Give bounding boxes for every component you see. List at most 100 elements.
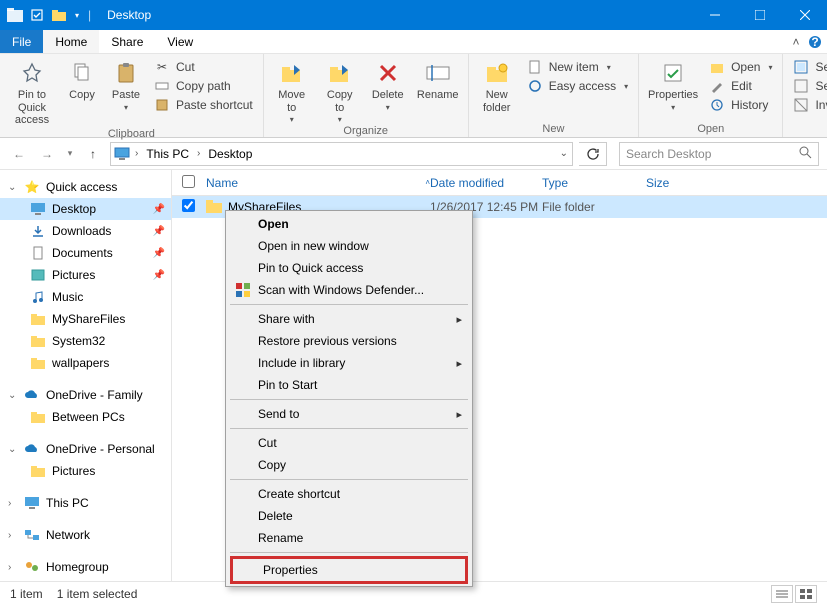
sidebar-item-pictures-od[interactable]: Pictures xyxy=(0,460,171,482)
context-menu: Open Open in new window Pin to Quick acc… xyxy=(225,210,473,587)
column-name[interactable]: Name˄ xyxy=(200,176,430,190)
properties-button[interactable]: Properties ▾ xyxy=(645,56,701,112)
close-button[interactable] xyxy=(782,0,827,30)
chevron-down-icon[interactable]: ⌄ xyxy=(8,182,18,193)
nav-up-button[interactable]: ↑ xyxy=(82,143,104,165)
delete-button[interactable]: Delete ▾ xyxy=(366,56,410,112)
copy-path-icon xyxy=(154,78,170,94)
chevron-right-icon[interactable]: › xyxy=(8,562,18,573)
breadcrumb-segment[interactable]: This PC xyxy=(142,147,193,161)
select-all-button[interactable]: Select all xyxy=(789,58,827,76)
sidebar-onedrive-family[interactable]: ⌄OneDrive - Family xyxy=(0,384,171,406)
select-all-checkbox[interactable] xyxy=(182,175,195,188)
help-icon[interactable]: ? xyxy=(803,30,827,53)
sidebar-this-pc[interactable]: ›This PC xyxy=(0,492,171,514)
ctx-rename[interactable]: Rename xyxy=(228,527,470,549)
folder-icon xyxy=(206,199,222,216)
ctx-properties[interactable]: Properties xyxy=(230,556,468,584)
search-input[interactable]: Search Desktop xyxy=(619,142,819,166)
copy-button[interactable]: Copy xyxy=(62,56,102,102)
chevron-right-icon[interactable]: › xyxy=(8,530,18,541)
chevron-down-icon: ▾ xyxy=(386,103,390,112)
ctx-restore-previous[interactable]: Restore previous versions xyxy=(228,330,470,352)
chevron-down-icon[interactable]: ⌄ xyxy=(558,148,570,159)
nav-recent-button[interactable]: ▾ xyxy=(64,143,76,165)
edit-button[interactable]: Edit xyxy=(705,77,776,95)
chevron-right-icon[interactable]: › xyxy=(8,498,18,509)
nav-forward-button[interactable]: → xyxy=(36,143,58,165)
sidebar-item-mysharefiles[interactable]: MyShareFiles xyxy=(0,308,171,330)
ctx-send-to[interactable]: Send to▸ xyxy=(228,403,470,425)
ctx-delete[interactable]: Delete xyxy=(228,505,470,527)
sidebar-item-music[interactable]: Music xyxy=(0,286,171,308)
sidebar-item-downloads[interactable]: Downloads📌 xyxy=(0,220,171,242)
chevron-down-icon: ▾ xyxy=(607,63,611,72)
breadcrumb[interactable]: › This PC › Desktop ⌄ xyxy=(110,142,573,166)
ctx-pin-start[interactable]: Pin to Start xyxy=(228,374,470,396)
ctx-create-shortcut[interactable]: Create shortcut xyxy=(228,483,470,505)
view-details-button[interactable] xyxy=(771,585,793,603)
tab-view[interactable]: View xyxy=(155,30,205,53)
sidebar-item-documents[interactable]: Documents📌 xyxy=(0,242,171,264)
ctx-scan-defender[interactable]: Scan with Windows Defender... xyxy=(228,279,470,301)
copy-path-button[interactable]: Copy path xyxy=(150,77,257,95)
ctx-open-new-window[interactable]: Open in new window xyxy=(228,235,470,257)
invert-selection-button[interactable]: Invert selection xyxy=(789,96,827,114)
chevron-down-icon[interactable]: ⌄ xyxy=(8,444,18,455)
ctx-share-with[interactable]: Share with▸ xyxy=(228,308,470,330)
qat-dropdown-icon[interactable]: ▾ xyxy=(72,6,82,24)
tab-home[interactable]: Home xyxy=(43,30,99,53)
new-folder-button[interactable]: New folder xyxy=(475,56,519,114)
row-checkbox[interactable] xyxy=(182,199,195,212)
move-to-button[interactable]: Move to ▾ xyxy=(270,56,314,124)
paste-shortcut-button[interactable]: Paste shortcut xyxy=(150,96,257,114)
maximize-button[interactable] xyxy=(737,0,782,30)
chevron-down-icon[interactable]: ⌄ xyxy=(8,390,18,401)
folder-icon xyxy=(30,333,46,349)
paste-button[interactable]: Paste ▾ xyxy=(106,56,146,112)
history-button[interactable]: History xyxy=(705,96,776,114)
new-item-button[interactable]: New item▾ xyxy=(523,58,632,76)
open-button[interactable]: Open▾ xyxy=(705,58,776,76)
search-icon xyxy=(799,146,812,162)
ctx-cut[interactable]: Cut xyxy=(228,432,470,454)
sidebar-item-pictures[interactable]: Pictures📌 xyxy=(0,264,171,286)
pin-icon: 📌 xyxy=(153,204,165,215)
rename-button[interactable]: Rename xyxy=(414,56,462,102)
easy-access-button[interactable]: Easy access▾ xyxy=(523,77,632,95)
minimize-button[interactable] xyxy=(692,0,737,30)
sidebar-homegroup[interactable]: ›Homegroup xyxy=(0,556,171,578)
qat-properties-icon[interactable] xyxy=(28,6,46,24)
status-selected: 1 item selected xyxy=(57,587,138,601)
chevron-right-icon[interactable]: › xyxy=(133,148,140,159)
column-type[interactable]: Type xyxy=(542,176,646,190)
sidebar-item-system32[interactable]: System32 xyxy=(0,330,171,352)
select-none-button[interactable]: Select none xyxy=(789,77,827,95)
ribbon-collapse-icon[interactable]: ˄ xyxy=(789,30,803,53)
sidebar-item-between-pcs[interactable]: Between PCs xyxy=(0,406,171,428)
column-size[interactable]: Size xyxy=(646,176,706,190)
sidebar-network[interactable]: ›Network xyxy=(0,524,171,546)
ctx-copy[interactable]: Copy xyxy=(228,454,470,476)
sidebar-onedrive-personal[interactable]: ⌄OneDrive - Personal xyxy=(0,438,171,460)
pin-to-quick-access-button[interactable]: Pin to Quick access xyxy=(6,56,58,127)
view-icons-button[interactable] xyxy=(795,585,817,603)
nav-back-button[interactable]: ← xyxy=(8,143,30,165)
ctx-include-library[interactable]: Include in library▸ xyxy=(228,352,470,374)
menu-file[interactable]: File xyxy=(0,30,43,53)
ctx-open[interactable]: Open xyxy=(228,213,470,235)
paste-icon xyxy=(112,59,140,87)
rename-icon xyxy=(424,59,452,87)
chevron-right-icon[interactable]: › xyxy=(195,148,202,159)
sidebar-item-desktop[interactable]: Desktop📌 xyxy=(0,198,171,220)
copy-to-button[interactable]: Copy to ▾ xyxy=(318,56,362,124)
ctx-pin-quick-access[interactable]: Pin to Quick access xyxy=(228,257,470,279)
sidebar-item-wallpapers[interactable]: wallpapers xyxy=(0,352,171,374)
breadcrumb-segment[interactable]: Desktop xyxy=(204,147,256,161)
sidebar-quick-access[interactable]: ⌄⭐Quick access xyxy=(0,176,171,198)
refresh-button[interactable] xyxy=(579,142,607,166)
cut-button[interactable]: ✂Cut xyxy=(150,58,257,76)
column-date[interactable]: Date modified xyxy=(430,176,542,190)
tab-share[interactable]: Share xyxy=(99,30,155,53)
qat-newfolder-icon[interactable] xyxy=(50,6,68,24)
